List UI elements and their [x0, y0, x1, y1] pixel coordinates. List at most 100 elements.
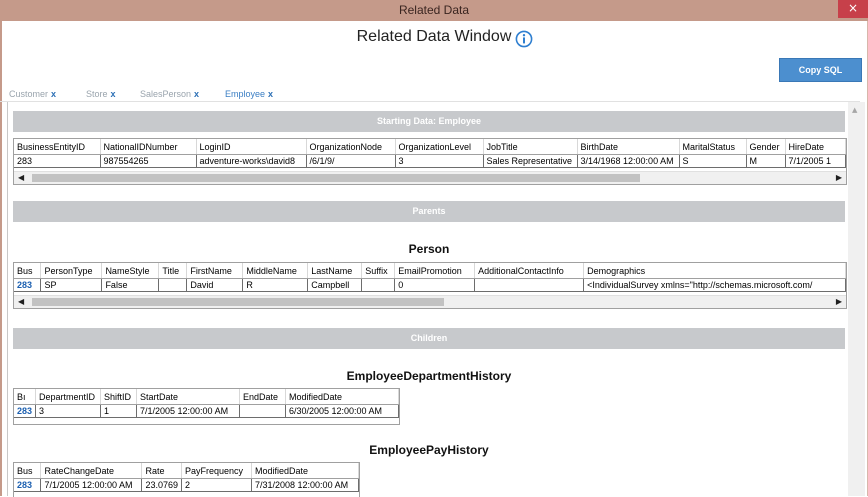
info-icon[interactable] [515, 30, 533, 48]
horizontal-scrollbar[interactable]: ◀ ▶ [14, 295, 846, 308]
cell[interactable]: 283 [14, 154, 101, 168]
scroll-left-icon[interactable]: ◀ [18, 172, 24, 183]
column-header[interactable]: Bus [14, 263, 42, 279]
column-header[interactable]: ModifiedDate [251, 463, 359, 479]
tab-close-icon[interactable]: x [51, 89, 56, 99]
column-header[interactable]: OrganizationLevel [395, 139, 484, 155]
column-header[interactable]: DepartmentID [35, 389, 102, 405]
cell[interactable]: 1 [100, 404, 137, 418]
column-header[interactable]: OrganizationNode [306, 139, 396, 155]
cell[interactable]: /6/1/9/ [306, 154, 396, 168]
pay-history-grid[interactable]: Bus RateChangeDate Rate PayFrequency Mod… [13, 462, 360, 497]
cell[interactable]: SP [40, 278, 103, 292]
cell[interactable]: 0 [394, 278, 476, 292]
scroll-right-icon[interactable]: ▶ [836, 172, 842, 183]
starting-data-grid[interactable]: BusinessEntityID NationalIDNumber LoginI… [13, 138, 847, 185]
column-header[interactable]: Bı [14, 389, 37, 405]
cell[interactable]: 3/14/1968 12:00:00 AM [577, 154, 680, 168]
column-header[interactable]: AdditionalContactInfo [474, 263, 585, 279]
cell[interactable]: 987554265 [100, 154, 197, 168]
cell[interactable]: 7/1/2005 12:00:00 AM [40, 478, 143, 492]
cell[interactable] [239, 404, 286, 418]
cell[interactable]: <IndividualSurvey xmlns="http://schemas.… [583, 278, 846, 292]
cell[interactable]: 3 [395, 154, 484, 168]
horizontal-scrollbar[interactable]: ◀ ▶ [14, 171, 846, 184]
column-header[interactable]: StartDate [136, 389, 240, 405]
column-header[interactable]: ModifiedDate [285, 389, 399, 405]
tab-employee[interactable]: Employee x [225, 89, 273, 99]
cell[interactable]: 2 [181, 478, 252, 492]
tab-salesperson[interactable]: SalesPerson x [140, 89, 199, 99]
tab-close-icon[interactable]: x [111, 89, 116, 99]
column-header[interactable]: BusinessEntityID [14, 139, 101, 155]
cell[interactable]: adventure-works\david8 [196, 154, 307, 168]
column-header[interactable]: Bus [14, 463, 42, 479]
starting-data-header: Starting Data: Employee [13, 111, 845, 132]
cell[interactable] [158, 278, 188, 292]
scroll-left-icon[interactable]: ◀ [18, 296, 24, 307]
column-header[interactable]: Suffix [361, 263, 396, 279]
column-header[interactable]: Rate [141, 463, 183, 479]
cell[interactable]: False [101, 278, 160, 292]
page-title: Related Data Window [356, 28, 512, 45]
dept-history-grid[interactable]: Bı DepartmentID ShiftID StartDate EndDat… [13, 388, 400, 425]
tab-store[interactable]: Store x [86, 89, 116, 99]
column-header[interactable]: MaritalStatus [679, 139, 747, 155]
title-bar: Related Data × [0, 0, 868, 21]
column-header[interactable]: PayFrequency [181, 463, 252, 479]
cell[interactable]: S [679, 154, 747, 168]
column-header[interactable]: FirstName [186, 263, 244, 279]
column-header[interactable]: EndDate [239, 389, 286, 405]
table-row[interactable]: 283 3 1 7/1/2005 12:00:00 AM 6/30/2005 1… [14, 404, 399, 418]
cell[interactable]: R [242, 278, 309, 292]
grid-header-row: Bus PersonType NameStyle Title FirstName… [14, 263, 846, 279]
vertical-scrollbar[interactable]: ▲ [848, 102, 865, 496]
column-header[interactable]: HireDate [785, 139, 846, 155]
column-header[interactable]: NationalIDNumber [100, 139, 197, 155]
tab-customer[interactable]: Customer x [9, 89, 56, 99]
cell[interactable]: 3 [35, 404, 102, 418]
column-header[interactable]: MiddleName [242, 263, 309, 279]
grid-header-row: BusinessEntityID NationalIDNumber LoginI… [14, 139, 846, 155]
person-grid[interactable]: Bus PersonType NameStyle Title FirstName… [13, 262, 847, 309]
cell[interactable]: Sales Representative [483, 154, 578, 168]
cell[interactable]: 7/31/2008 12:00:00 AM [251, 478, 359, 492]
related-link-cell[interactable]: 283 [14, 404, 37, 418]
cell[interactable]: 23.0769 [141, 478, 183, 492]
scroll-thumb[interactable] [32, 174, 640, 182]
column-header[interactable]: RateChangeDate [40, 463, 143, 479]
column-header[interactable]: JobTitle [483, 139, 578, 155]
column-header[interactable]: Gender [746, 139, 786, 155]
cell[interactable]: David [186, 278, 244, 292]
related-link-cell[interactable]: 283 [14, 478, 42, 492]
cell[interactable] [361, 278, 396, 292]
cell[interactable]: 7/1/2005 1 [785, 154, 846, 168]
tab-label: Store [86, 89, 108, 99]
column-header[interactable]: LoginID [196, 139, 307, 155]
table-row[interactable]: 283 987554265 adventure-works\david8 /6/… [14, 154, 846, 168]
cell[interactable]: Campbell [307, 278, 363, 292]
close-button[interactable]: × [838, 0, 868, 18]
column-header[interactable]: Demographics [583, 263, 846, 279]
copy-sql-button[interactable]: Copy SQL [779, 58, 862, 82]
column-header[interactable]: NameStyle [101, 263, 160, 279]
column-header[interactable]: Title [158, 263, 188, 279]
column-header[interactable]: BirthDate [577, 139, 680, 155]
column-header[interactable]: PersonType [40, 263, 103, 279]
related-link-cell[interactable]: 283 [14, 278, 42, 292]
scroll-up-icon[interactable]: ▲ [852, 106, 857, 114]
column-header[interactable]: ShiftID [100, 389, 137, 405]
tab-close-icon[interactable]: x [268, 89, 273, 99]
table-row[interactable]: 283 SP False David R Campbell 0 <Individ… [14, 278, 846, 292]
scroll-right-icon[interactable]: ▶ [836, 296, 842, 307]
tab-close-icon[interactable]: x [194, 89, 199, 99]
table-row[interactable]: 283 7/1/2005 12:00:00 AM 23.0769 2 7/31/… [14, 478, 359, 492]
cell[interactable]: 7/1/2005 12:00:00 AM [136, 404, 240, 418]
grid-header-row: Bı DepartmentID ShiftID StartDate EndDat… [14, 389, 399, 405]
scroll-thumb[interactable] [32, 298, 444, 306]
column-header[interactable]: EmailPromotion [394, 263, 476, 279]
cell[interactable]: M [746, 154, 786, 168]
cell[interactable] [474, 278, 585, 292]
cell[interactable]: 6/30/2005 12:00:00 AM [285, 404, 399, 418]
column-header[interactable]: LastName [307, 263, 363, 279]
